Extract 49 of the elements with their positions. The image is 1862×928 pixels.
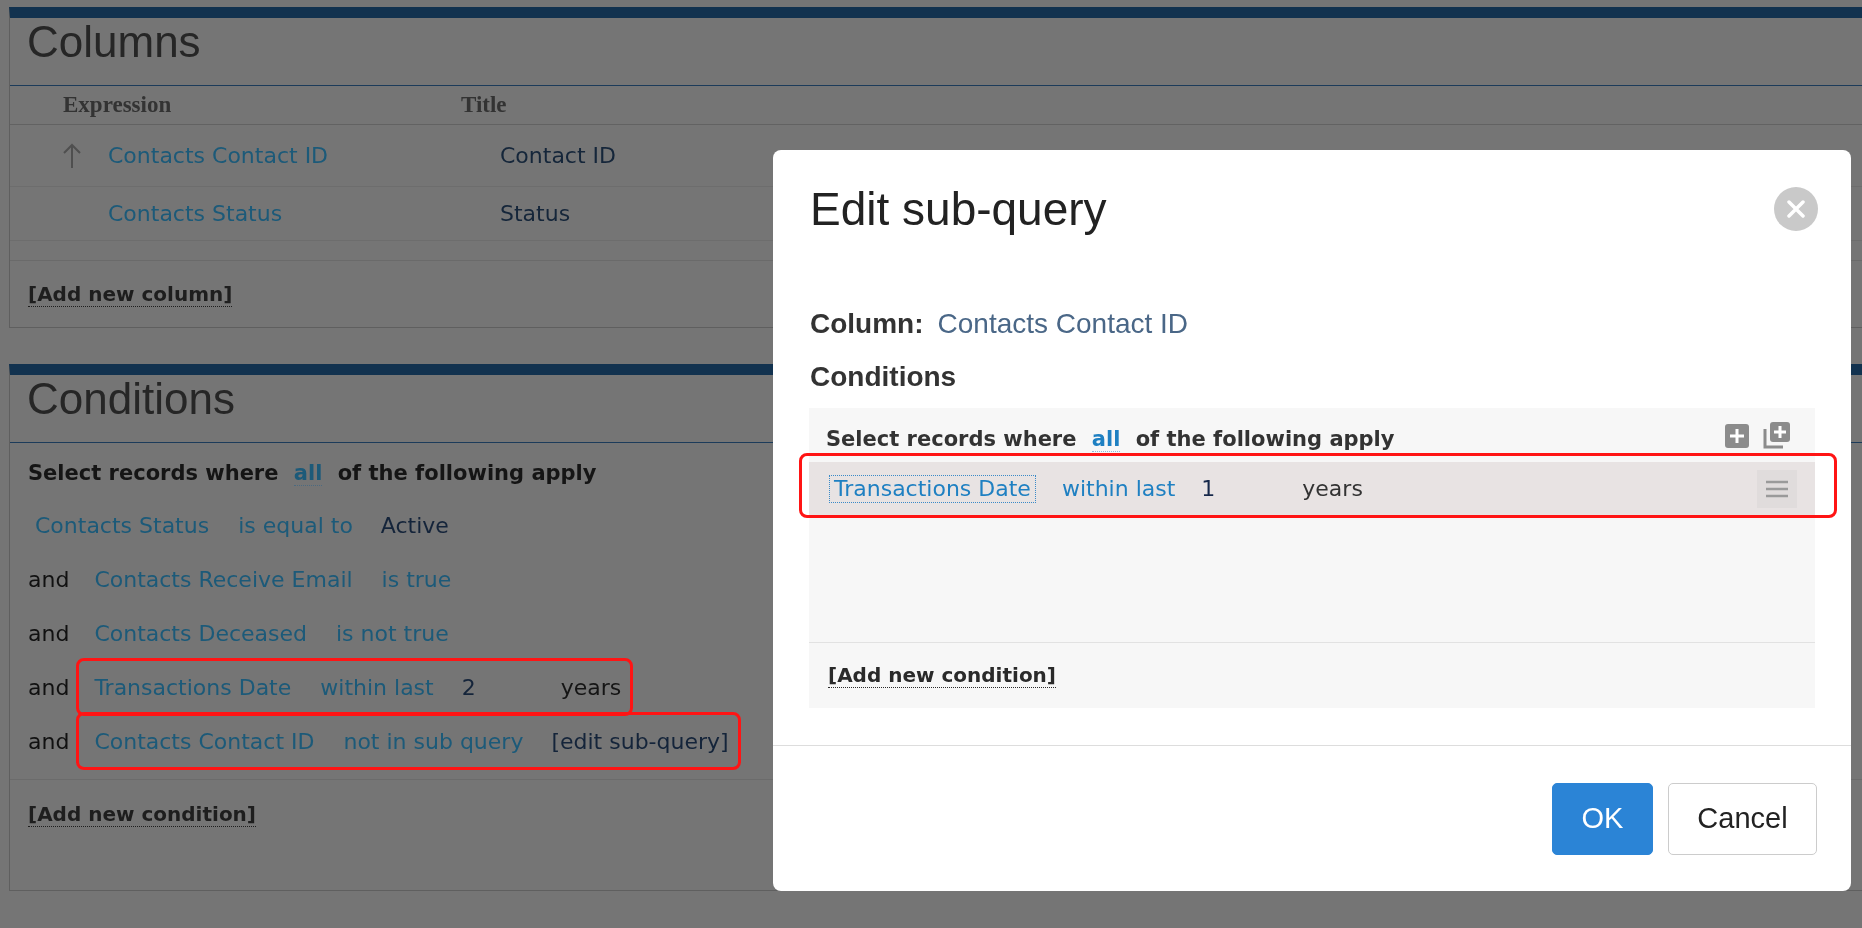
up-arrow-icon[interactable] bbox=[62, 142, 82, 169]
operator-link[interactable]: is not true bbox=[336, 621, 449, 647]
field-link[interactable]: Contacts Status bbox=[34, 512, 211, 540]
unit-text: years bbox=[1302, 475, 1363, 502]
joiner-text: and bbox=[28, 567, 70, 593]
expression-link[interactable]: Contacts Contact ID bbox=[108, 142, 329, 168]
operator-link[interactable]: within last bbox=[320, 675, 434, 701]
drag-handle-icon[interactable] bbox=[1757, 469, 1797, 508]
value-text: 2 bbox=[461, 675, 477, 701]
conditions-intro: Select records where all of the following apply bbox=[28, 461, 597, 485]
column-header: Expression bbox=[63, 90, 173, 119]
add-condition-icon[interactable] bbox=[1725, 423, 1749, 448]
field-link[interactable]: Contacts Deceased bbox=[93, 620, 308, 648]
add-group-icon[interactable] bbox=[1763, 422, 1790, 449]
add-column-link[interactable]: [Add new column] bbox=[28, 281, 233, 307]
unit-text: years bbox=[560, 675, 622, 701]
panel-title: Columns bbox=[27, 18, 201, 66]
quantifier-link[interactable]: all bbox=[1091, 427, 1121, 452]
cancel-button[interactable]: Cancel bbox=[1668, 783, 1817, 855]
operator-link[interactable]: within last bbox=[1061, 475, 1176, 502]
joiner-text: and bbox=[28, 729, 70, 755]
ok-button[interactable]: OK bbox=[1552, 783, 1653, 855]
joiner-text: and bbox=[28, 675, 70, 701]
conditions-heading: Conditions bbox=[810, 361, 957, 393]
field-link[interactable]: Transactions Date bbox=[829, 474, 1036, 503]
field-link[interactable]: Contacts Contact ID bbox=[93, 728, 316, 756]
field-link[interactable]: Transactions Date bbox=[93, 674, 293, 702]
panel-title: Conditions bbox=[27, 375, 235, 423]
expression-link[interactable]: Contacts Status bbox=[108, 200, 283, 226]
add-condition-link[interactable]: [Add new condition] bbox=[828, 663, 1056, 688]
column-value: Contacts Contact ID bbox=[937, 308, 1189, 340]
joiner-text: and bbox=[28, 621, 70, 647]
operator-link[interactable]: not in sub query bbox=[343, 729, 524, 755]
dialog-title: Edit sub-query bbox=[810, 185, 1107, 233]
column-header: Title bbox=[461, 90, 507, 119]
edit-subquery-link[interactable]: [edit sub-query] bbox=[551, 729, 729, 755]
close-icon bbox=[1787, 200, 1805, 218]
quantifier-link[interactable]: all bbox=[293, 461, 323, 486]
table-cell: Contact ID bbox=[500, 142, 616, 169]
add-condition-link[interactable]: [Add new condition] bbox=[28, 802, 256, 827]
column-label: Column: bbox=[810, 308, 924, 340]
conditions-intro: Select records where all of the following apply bbox=[826, 427, 1395, 451]
close-button[interactable] bbox=[1774, 187, 1818, 231]
table-cell: Status bbox=[500, 200, 571, 227]
value-text: 1 bbox=[1201, 475, 1217, 502]
operator-link[interactable]: is true bbox=[381, 567, 452, 593]
field-link[interactable]: Contacts Receive Email bbox=[93, 566, 354, 594]
value-text: Active bbox=[380, 513, 450, 539]
operator-link[interactable]: is equal to bbox=[238, 513, 353, 539]
